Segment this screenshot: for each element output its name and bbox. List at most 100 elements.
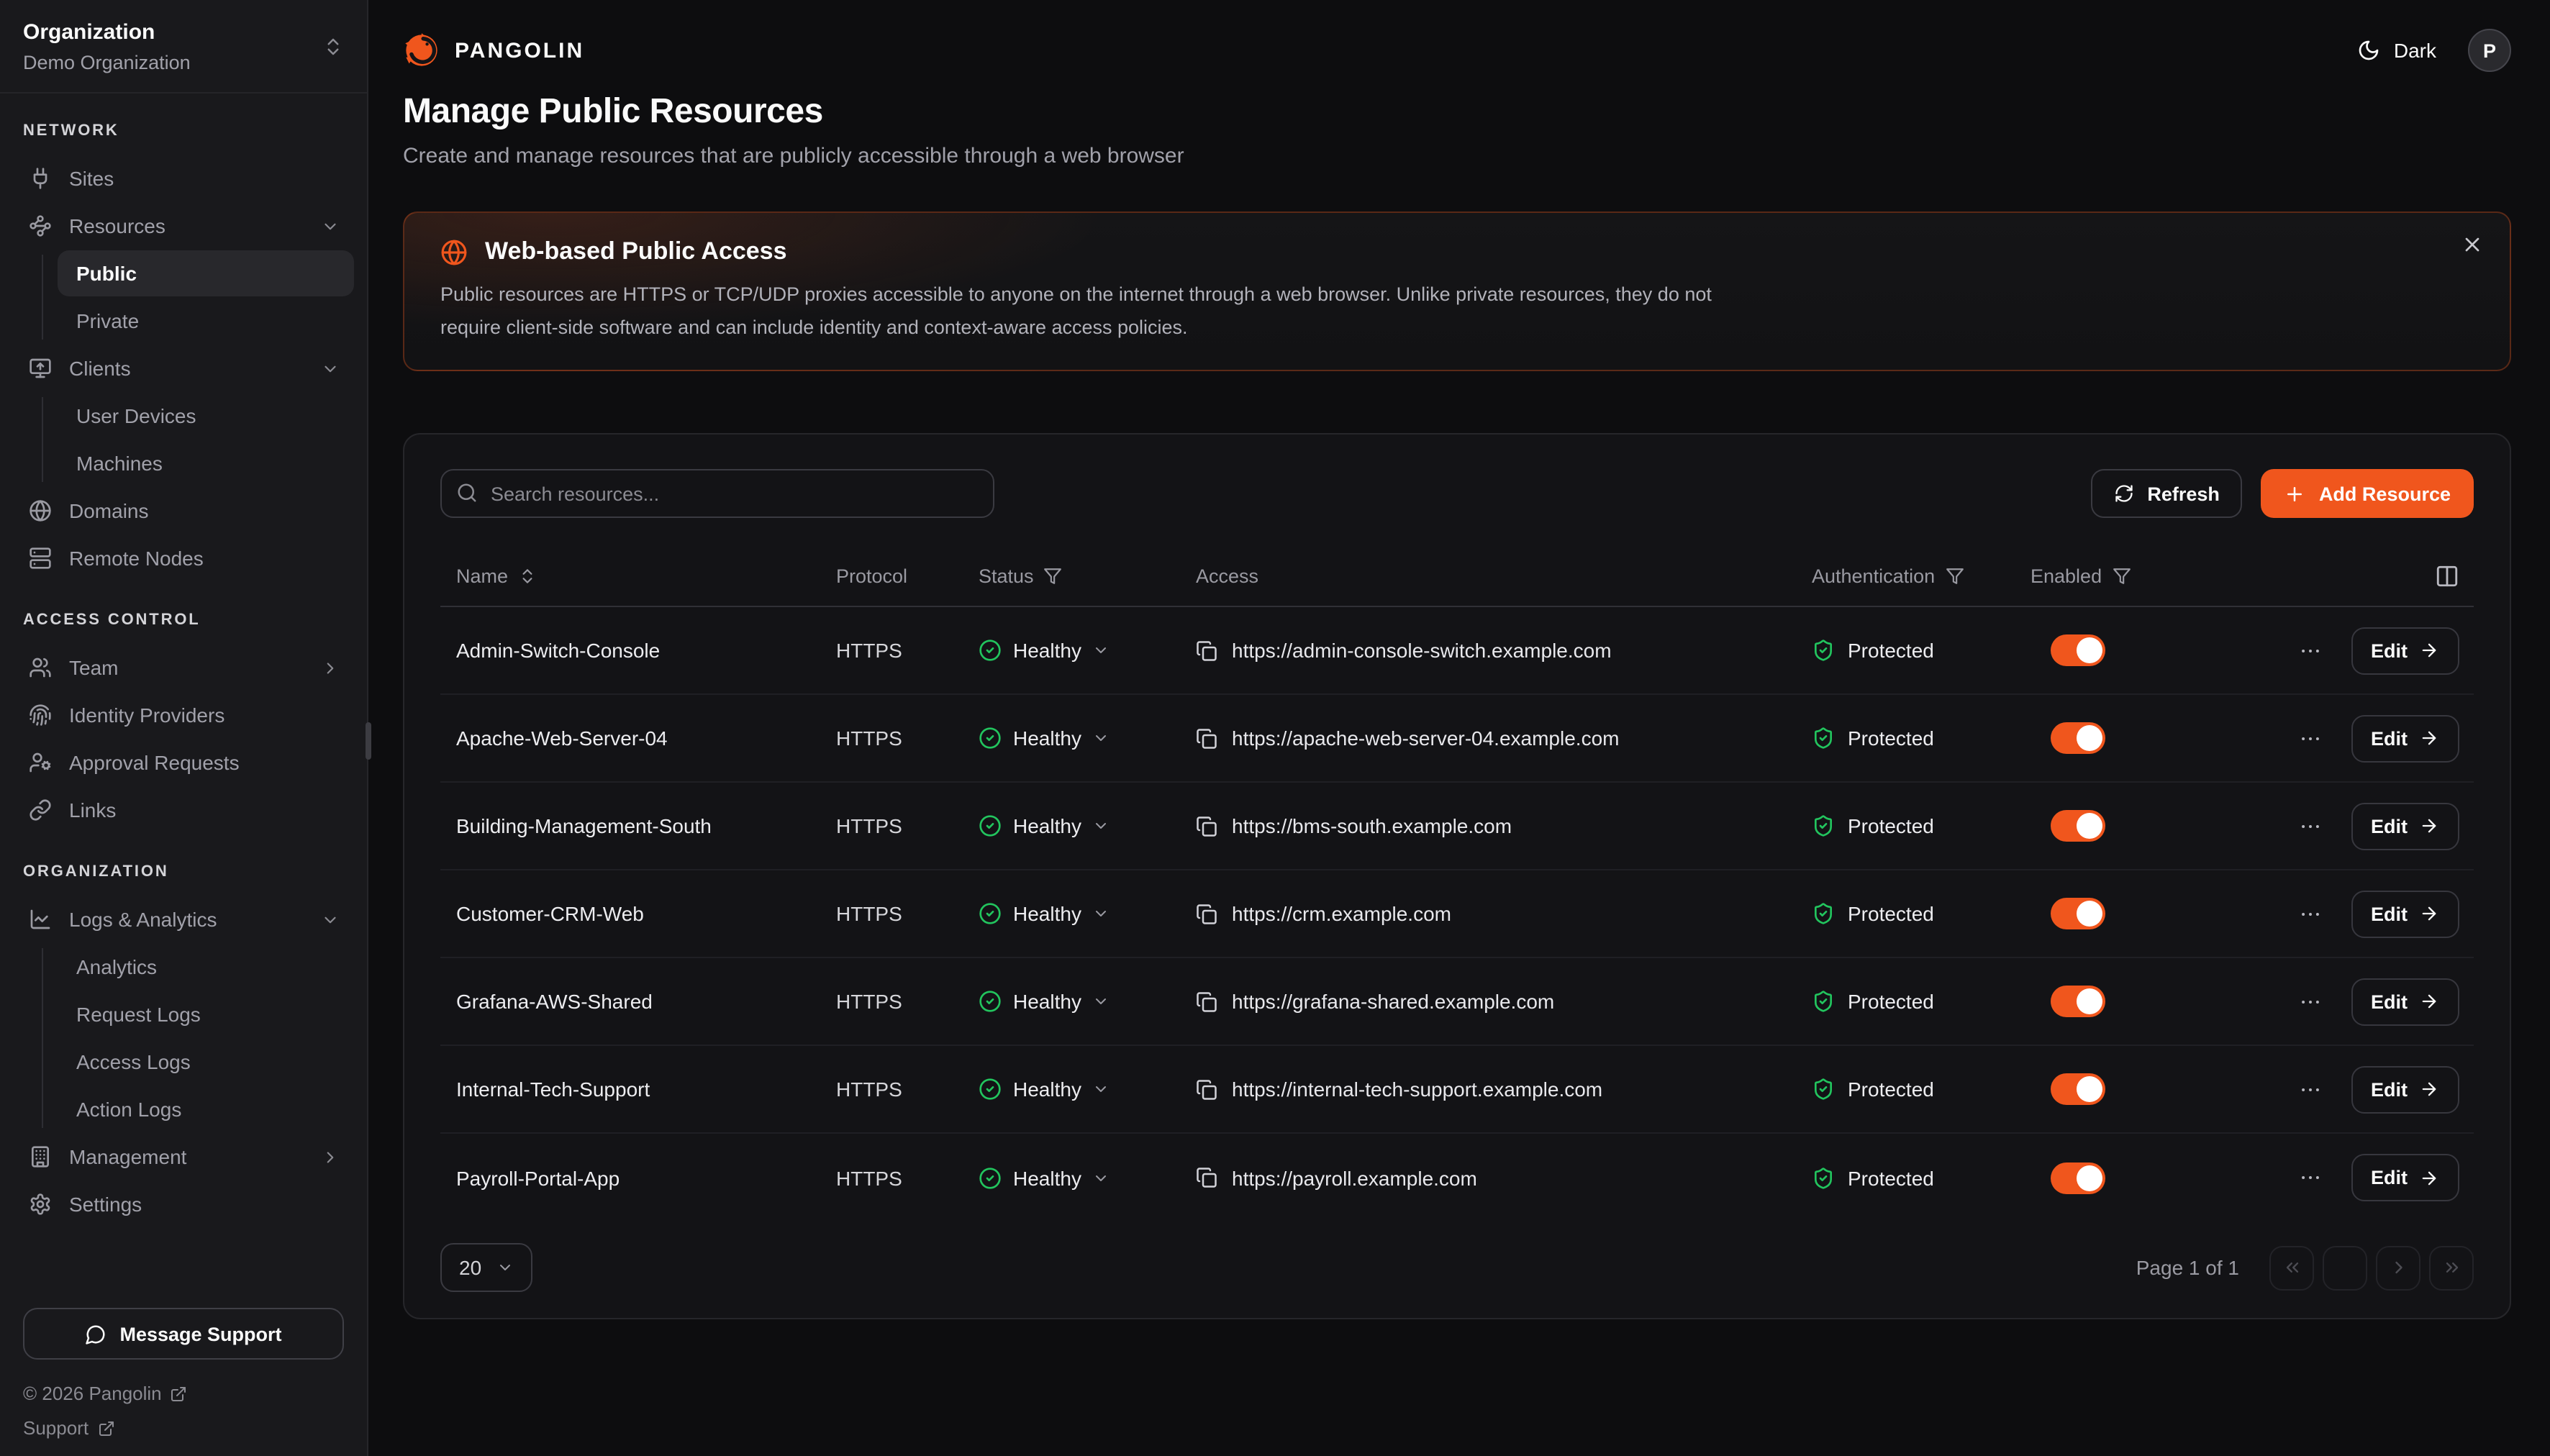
copy-icon[interactable] [1196, 640, 1217, 662]
arrow-right-icon [2419, 641, 2439, 661]
avatar[interactable]: P [2468, 29, 2511, 72]
server-icon [29, 547, 52, 570]
row-menu-icon[interactable] [2297, 990, 2322, 1014]
chat-bubble-icon [85, 1323, 106, 1344]
next-page-button[interactable] [2376, 1246, 2420, 1291]
sidebar-item-logs-analytics[interactable]: Logs & Analytics [12, 896, 354, 942]
copyright-link[interactable]: © 2026 Pangolin [23, 1383, 344, 1404]
copy-icon[interactable] [1196, 728, 1217, 750]
edit-button[interactable]: Edit [2351, 1155, 2459, 1202]
row-menu-icon[interactable] [2297, 902, 2322, 927]
prev-page-button[interactable] [2323, 1246, 2367, 1291]
copy-icon[interactable] [1196, 991, 1217, 1013]
status-dropdown[interactable]: Healthy [979, 727, 1196, 750]
row-menu-icon[interactable] [2297, 1166, 2322, 1191]
resource-url: https://admin-console-switch.example.com [1232, 640, 1612, 663]
enabled-toggle[interactable] [2051, 986, 2105, 1018]
page-title: Manage Public Resources [403, 92, 2511, 132]
search-input[interactable] [440, 470, 994, 519]
column-header-authentication[interactable]: Authentication [1812, 566, 2031, 588]
close-icon[interactable] [2461, 233, 2484, 256]
enabled-toggle[interactable] [2051, 1074, 2105, 1106]
last-page-button[interactable] [2429, 1246, 2474, 1291]
sidebar-item-sites[interactable]: Sites [12, 155, 354, 201]
sidebar-item-public[interactable]: Public [58, 250, 354, 296]
copy-icon[interactable] [1196, 1168, 1217, 1189]
sidebar-resize-handle[interactable] [365, 722, 371, 760]
sidebar-item-request-logs[interactable]: Request Logs [58, 991, 354, 1037]
plus-icon [2284, 483, 2306, 505]
sidebar-item-analytics[interactable]: Analytics [58, 944, 354, 990]
table-footer: 20 Page 1 of 1 [440, 1244, 2474, 1293]
sidebar-item-team[interactable]: Team [12, 645, 354, 691]
sidebar-item-links[interactable]: Links [12, 787, 354, 833]
chevrons-left-icon [2282, 1258, 2302, 1278]
message-support-button[interactable]: Message Support [23, 1308, 344, 1360]
sidebar-item-settings[interactable]: Settings [12, 1181, 354, 1227]
sidebar-item-action-logs[interactable]: Action Logs [58, 1086, 354, 1132]
first-page-button[interactable] [2269, 1246, 2314, 1291]
chevrons-right-icon [2441, 1258, 2461, 1278]
copy-icon[interactable] [1196, 904, 1217, 925]
sort-icon [518, 568, 537, 586]
chevron-down-icon [1093, 818, 1110, 835]
edit-button[interactable]: Edit [2351, 1066, 2459, 1114]
section-title-organization: ORGANIZATION [0, 834, 367, 895]
columns-settings-icon[interactable] [2435, 565, 2459, 589]
sidebar-item-access-logs[interactable]: Access Logs [58, 1039, 354, 1085]
enabled-toggle[interactable] [2051, 811, 2105, 842]
row-menu-icon[interactable] [2297, 814, 2322, 839]
theme-toggle[interactable]: Dark [2358, 39, 2436, 62]
edit-button[interactable]: Edit [2351, 978, 2459, 1026]
filter-icon [2112, 568, 2131, 586]
topbar-controls: Dark P [2358, 29, 2511, 72]
gear-icon [29, 1193, 52, 1216]
enabled-toggle[interactable] [2051, 1162, 2105, 1194]
status-dropdown[interactable]: Healthy [979, 903, 1196, 926]
enabled-toggle[interactable] [2051, 723, 2105, 755]
row-menu-icon[interactable] [2297, 639, 2322, 663]
status-dropdown[interactable]: Healthy [979, 1167, 1196, 1190]
copy-icon[interactable] [1196, 1079, 1217, 1101]
resource-access: https://payroll.example.com [1196, 1167, 1812, 1190]
sidebar-item-resources[interactable]: Resources [12, 203, 354, 249]
row-menu-icon[interactable] [2297, 1078, 2322, 1102]
refresh-button[interactable]: Refresh [2091, 470, 2243, 519]
column-header-name[interactable]: Name [440, 566, 836, 588]
edit-button[interactable]: Edit [2351, 627, 2459, 675]
sidebar-item-user-devices[interactable]: User Devices [58, 393, 354, 439]
status-dropdown[interactable]: Healthy [979, 640, 1196, 663]
row-menu-icon[interactable] [2297, 727, 2322, 751]
table-row: Payroll-Portal-App HTTPS Healthy https:/… [440, 1134, 2474, 1222]
org-switcher[interactable]: Organization Demo Organization [0, 0, 367, 94]
circle-check-icon [979, 815, 1002, 838]
support-link[interactable]: Support [23, 1417, 344, 1439]
add-resource-button[interactable]: Add Resource [2261, 470, 2474, 519]
status-dropdown[interactable]: Healthy [979, 1078, 1196, 1101]
status-dropdown[interactable]: Healthy [979, 991, 1196, 1014]
resource-name: Building-Management-South [440, 815, 836, 838]
enabled-toggle[interactable] [2051, 898, 2105, 930]
sidebar-item-management[interactable]: Management [12, 1134, 354, 1180]
chevron-down-icon [1093, 730, 1110, 747]
sidebar-item-domains[interactable]: Domains [12, 488, 354, 534]
enabled-toggle[interactable] [2051, 635, 2105, 667]
edit-button[interactable]: Edit [2351, 803, 2459, 850]
edit-button[interactable]: Edit [2351, 891, 2459, 938]
sidebar-item-identity-providers[interactable]: Identity Providers [12, 692, 354, 738]
page-size-select[interactable]: 20 [440, 1244, 532, 1293]
edit-button[interactable]: Edit [2351, 715, 2459, 763]
chevron-down-icon [1093, 642, 1110, 660]
column-header-enabled[interactable]: Enabled [2031, 566, 2246, 588]
sidebar-item-approval-requests[interactable]: Approval Requests [12, 740, 354, 786]
sidebar-item-clients[interactable]: Clients [12, 345, 354, 391]
copy-icon[interactable] [1196, 816, 1217, 837]
table-row: Building-Management-South HTTPS Healthy … [440, 783, 2474, 871]
sidebar-item-remote-nodes[interactable]: Remote Nodes [12, 535, 354, 581]
sidebar-item-private[interactable]: Private [58, 298, 354, 344]
column-header-status[interactable]: Status [979, 566, 1196, 588]
resource-protocol: HTTPS [836, 1167, 979, 1190]
sidebar-item-machines[interactable]: Machines [58, 440, 354, 486]
table-toolbar: Refresh Add Resource [440, 470, 2474, 519]
status-dropdown[interactable]: Healthy [979, 815, 1196, 838]
